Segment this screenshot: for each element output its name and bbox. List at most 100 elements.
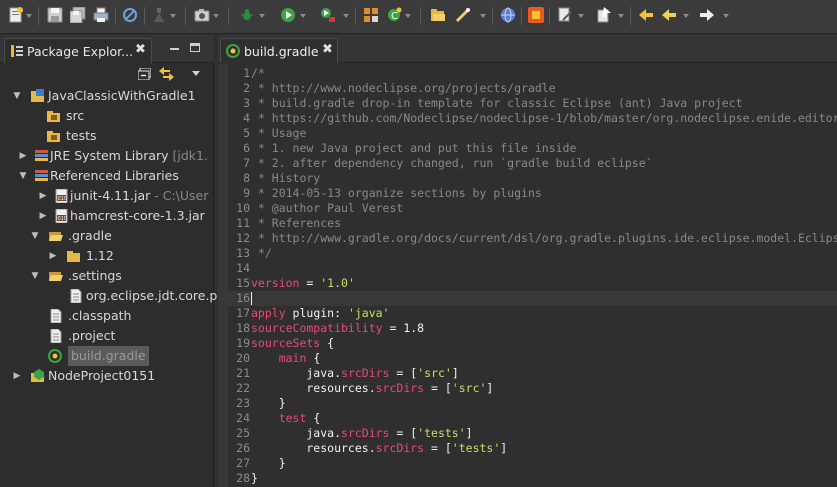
source-folder-icon <box>46 129 61 143</box>
collapsed-arrow-icon[interactable]: ▶ <box>38 186 48 206</box>
file-icon <box>48 328 63 344</box>
external-tools-icon[interactable] <box>151 7 167 23</box>
tab-package-explorer[interactable]: Package Explor... ✖ <box>4 38 152 63</box>
brush-dropdown-icon[interactable] <box>480 14 486 18</box>
camera-dropdown-icon[interactable] <box>213 14 219 18</box>
code-line[interactable]: 19sourceSets { <box>228 336 837 351</box>
expanded-arrow-icon[interactable]: ▼ <box>12 86 22 106</box>
new-dropdown-icon[interactable] <box>26 14 32 18</box>
tree-item-label: 1.12 <box>86 248 114 263</box>
current-code-line[interactable]: 16 <box>228 291 837 306</box>
maximize-icon[interactable] <box>190 43 200 52</box>
tree-item[interactable]: ▼ JavaClassicWithGradle1 <box>0 86 214 106</box>
code-line[interactable]: 6 * 1. new Java project and put this fil… <box>228 141 837 156</box>
tree-item[interactable]: ▶ 010 junit-4.11.jar - C:\User <box>0 186 214 206</box>
export-icon[interactable] <box>596 7 612 23</box>
prev-annotation-icon[interactable] <box>638 7 654 23</box>
minimize-icon[interactable] <box>170 48 179 50</box>
view-menu-icon[interactable] <box>192 71 200 76</box>
external-tools-dropdown-icon[interactable] <box>170 14 176 18</box>
run-icon[interactable] <box>280 7 296 23</box>
code-line[interactable]: 2 * http://www.nodeclipse.org/projects/g… <box>228 81 837 96</box>
edit-icon[interactable] <box>557 7 573 23</box>
code-line[interactable]: 3 * build.gradle drop-in template for cl… <box>228 96 837 111</box>
globe-icon[interactable] <box>500 7 516 23</box>
export-dropdown-icon[interactable] <box>618 14 624 18</box>
forward-icon[interactable] <box>699 7 715 23</box>
tree-item[interactable]: .classpath <box>0 306 214 326</box>
back-icon[interactable] <box>661 7 677 23</box>
stop-icon[interactable] <box>528 7 544 23</box>
code-line[interactable]: 1/* <box>228 66 837 81</box>
code-line[interactable]: 27 } <box>228 456 837 471</box>
code-line[interactable]: 22 resources.srcDirs = ['src'] <box>228 381 837 396</box>
skip-breakpoints-icon[interactable] <box>122 7 138 23</box>
collapsed-arrow-icon[interactable]: ▶ <box>18 146 28 166</box>
run-external-icon[interactable] <box>320 7 336 23</box>
tree-item[interactable]: tests <box>0 126 214 146</box>
collapsed-arrow-icon[interactable]: ▶ <box>48 246 58 266</box>
code-line[interactable]: 5 * Usage <box>228 126 837 141</box>
expanded-arrow-icon[interactable]: ▼ <box>18 166 28 186</box>
expanded-arrow-icon[interactable]: ▼ <box>30 226 40 246</box>
new-class-dropdown-icon[interactable] <box>405 14 411 18</box>
library-icon <box>34 169 49 183</box>
tree-item[interactable]: build.gradle <box>0 346 214 366</box>
open-type-icon[interactable] <box>363 7 379 23</box>
tree-item[interactable]: ▶ 1.12 <box>0 246 214 266</box>
tree-item[interactable]: ▶ JRE System Library [jdk1. <box>0 146 214 166</box>
line-number: 9 <box>243 186 250 200</box>
forward-dropdown-icon[interactable] <box>723 14 729 18</box>
tree-item[interactable]: ▼ Referenced Libraries <box>0 166 214 186</box>
tree-item[interactable]: ▼ .settings <box>0 266 214 286</box>
code-line[interactable]: 11 * References <box>228 216 837 231</box>
tree-item[interactable]: .project <box>0 326 214 346</box>
link-with-editor-icon[interactable] <box>159 67 174 81</box>
code-line[interactable]: 9 * 2014-05-13 organize sections by plug… <box>228 186 837 201</box>
code-line[interactable]: 12 * http://www.gradle.org/docs/current/… <box>228 231 837 246</box>
code-line[interactable]: 17apply plugin: 'java' <box>228 306 837 321</box>
code-line[interactable]: 25 java.srcDirs = ['tests'] <box>228 426 837 441</box>
code-line[interactable]: 13 */ <box>228 246 837 261</box>
run-external-dropdown-icon[interactable] <box>343 14 349 18</box>
collapse-all-icon[interactable] <box>138 68 151 80</box>
camera-icon[interactable] <box>194 7 210 23</box>
code-line[interactable]: 21 java.srcDirs = ['src'] <box>228 366 837 381</box>
new-class-icon[interactable]: C <box>386 7 402 23</box>
save-icon[interactable] <box>47 7 63 23</box>
collapsed-arrow-icon[interactable]: ▶ <box>38 206 48 226</box>
code-line[interactable]: 26 resources.srcDirs = ['tests'] <box>228 441 837 456</box>
collapsed-arrow-icon[interactable]: ▶ <box>12 366 22 386</box>
edit-dropdown-icon[interactable] <box>578 14 584 18</box>
code-line[interactable]: 14 <box>228 261 837 276</box>
tab-build-gradle[interactable]: build.gradle ✖ <box>220 38 338 63</box>
tree-item[interactable]: ▶ 010 hamcrest-core-1.3.jar <box>0 206 214 226</box>
code-line[interactable]: 4 * https://github.com/Nodeclipse/nodecl… <box>228 111 837 126</box>
brush-icon[interactable] <box>455 7 471 23</box>
code-line[interactable]: 24 test { <box>228 411 837 426</box>
debug-dropdown-icon[interactable] <box>259 14 265 18</box>
code-line[interactable]: 10 * @author Paul Verest <box>228 201 837 216</box>
tree-item[interactable]: org.eclipse.jdt.core.pr <box>0 286 223 306</box>
back-dropdown-icon[interactable] <box>683 14 689 18</box>
code-line[interactable]: 18sourceCompatibility = 1.8 <box>228 321 837 336</box>
open-folder-icon[interactable] <box>430 7 446 23</box>
run-dropdown-icon[interactable] <box>300 14 306 18</box>
close-icon[interactable]: ✖ <box>135 42 146 57</box>
code-line[interactable]: 8 * History <box>228 171 837 186</box>
code-editor[interactable]: 1/* 2 * http://www.nodeclipse.org/project… <box>218 64 837 487</box>
code-line[interactable]: 15version = '1.0' <box>228 276 837 291</box>
debug-icon[interactable] <box>239 7 255 23</box>
expanded-arrow-icon[interactable]: ▼ <box>30 266 40 286</box>
save-all-icon[interactable] <box>69 6 86 24</box>
tree-item[interactable]: ▼ .gradle <box>0 226 214 246</box>
code-line[interactable]: 28} <box>228 471 837 486</box>
tree-item[interactable]: ▶ NodeProject0151 <box>0 366 214 386</box>
tree-item[interactable]: src <box>0 106 214 126</box>
code-line[interactable]: 7 * 2. after dependency changed, run `gr… <box>228 156 837 171</box>
close-icon[interactable]: ✖ <box>322 42 333 57</box>
print-icon[interactable] <box>93 7 109 23</box>
new-file-icon[interactable] <box>8 7 24 23</box>
code-line[interactable]: 20 main { <box>228 351 837 366</box>
code-line[interactable]: 23 } <box>228 396 837 411</box>
